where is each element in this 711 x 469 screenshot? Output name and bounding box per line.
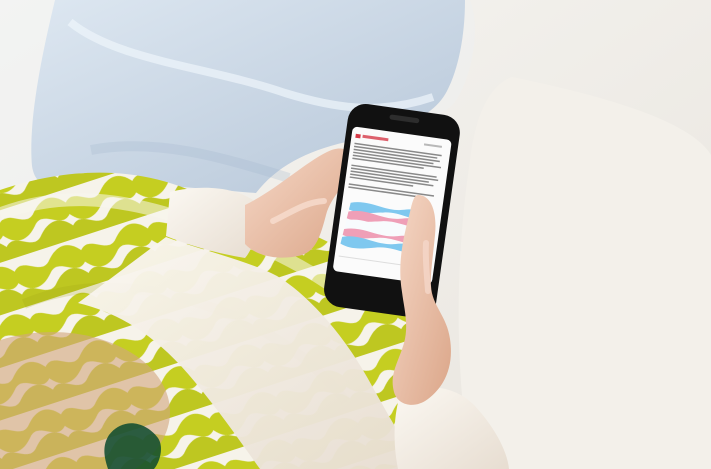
- cushion-shape: [458, 77, 711, 469]
- right-finger-highlight: [422, 240, 431, 294]
- photo-frame: [0, 0, 711, 469]
- phone-logo-mark: [355, 133, 361, 139]
- lifestyle-photo: [0, 0, 711, 469]
